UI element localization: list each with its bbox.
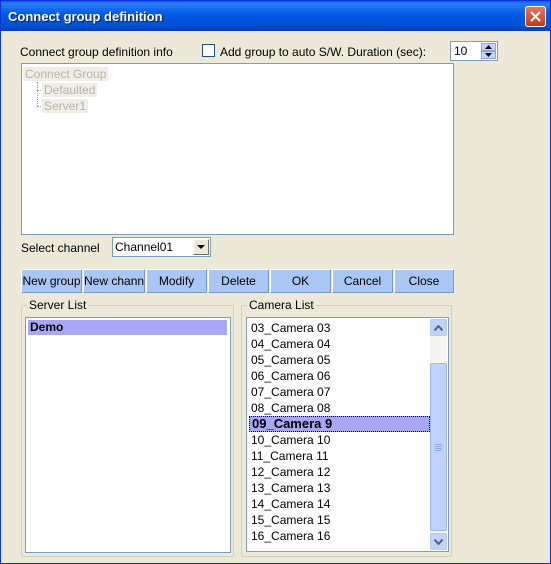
camera-item-selected[interactable]: 09_Camera 9 — [249, 416, 430, 432]
camera-item[interactable]: 12_Camera 12 — [249, 464, 430, 480]
dialog-window: Connect group definition Connect group d… — [0, 0, 551, 564]
duration-spinner[interactable]: 10 — [450, 41, 498, 61]
group-tree[interactable]: Connect Group Defaulted Server1 — [21, 63, 454, 235]
auto-sw-checkbox[interactable] — [202, 44, 215, 57]
camera-item[interactable]: 07_Camera 07 — [249, 384, 430, 400]
chevron-down-icon — [197, 245, 205, 249]
camera-item[interactable]: 15_Camera 15 — [249, 512, 430, 528]
camera-item[interactable]: 16_Camera 16 — [249, 528, 430, 544]
camera-item[interactable]: 05_Camera 05 — [249, 352, 430, 368]
delete-button[interactable]: Delete — [208, 269, 269, 293]
title-bar[interactable]: Connect group definition — [1, 1, 550, 31]
chevron-up-icon — [434, 325, 443, 331]
server-item-demo[interactable]: Demo — [28, 320, 227, 335]
spin-up-button[interactable] — [481, 43, 496, 51]
select-channel-label: Select channel — [21, 241, 100, 255]
camera-item[interactable]: 04_Camera 04 — [249, 336, 430, 352]
channel-dropdown-button[interactable] — [193, 239, 209, 255]
tree-node-server1[interactable]: Server1 — [42, 99, 89, 113]
arrow-up-icon — [485, 45, 492, 49]
modify-button[interactable]: Modify — [146, 269, 207, 293]
scroll-down-button[interactable] — [430, 533, 447, 550]
tree-root-node[interactable]: Connect Group — [23, 67, 109, 81]
close-x-icon — [530, 11, 541, 22]
camera-list-title: Camera List — [247, 298, 316, 312]
cancel-button[interactable]: Cancel — [332, 269, 393, 293]
camera-item[interactable]: 10_Camera 10 — [249, 432, 430, 448]
camera-listbox[interactable]: 03_Camera 03 04_Camera 04 05_Camera 05 0… — [246, 317, 449, 552]
server-list-title: Server List — [27, 298, 89, 312]
chevron-down-icon — [434, 539, 443, 545]
ok-button[interactable]: OK — [270, 269, 331, 293]
window-title: Connect group definition — [8, 9, 163, 24]
close-window-button[interactable] — [525, 6, 546, 27]
camera-item[interactable]: 06_Camera 06 — [249, 368, 430, 384]
arrow-down-icon — [485, 53, 492, 57]
channel-select-value: Channel01 — [115, 240, 174, 254]
new-channel-button[interactable]: New channel — [83, 269, 145, 293]
duration-value: 10 — [454, 44, 468, 58]
camera-item[interactable]: 11_Camera 11 — [249, 448, 430, 464]
spin-down-button[interactable] — [481, 51, 496, 59]
camera-item[interactable]: 13_Camera 13 — [249, 480, 430, 496]
scroll-thumb[interactable] — [430, 363, 447, 531]
camera-item[interactable]: 14_Camera 14 — [249, 496, 430, 512]
scroll-up-button[interactable] — [430, 319, 447, 336]
camera-list-scrollbar[interactable] — [430, 319, 447, 550]
tree-node-defaulted[interactable]: Defaulted — [42, 83, 98, 97]
camera-item[interactable]: 08_Camera 08 — [249, 400, 430, 416]
server-listbox[interactable]: Demo — [25, 317, 231, 553]
group-info-label: Connect group definition info — [20, 45, 173, 59]
new-group-button[interactable]: New group — [21, 269, 82, 293]
channel-select[interactable]: Channel01 — [112, 237, 211, 257]
close-button[interactable]: Close — [394, 269, 454, 293]
camera-item[interactable]: 03_Camera 03 — [249, 320, 430, 336]
auto-sw-label: Add group to auto S/W. Duration (sec): — [220, 45, 427, 59]
